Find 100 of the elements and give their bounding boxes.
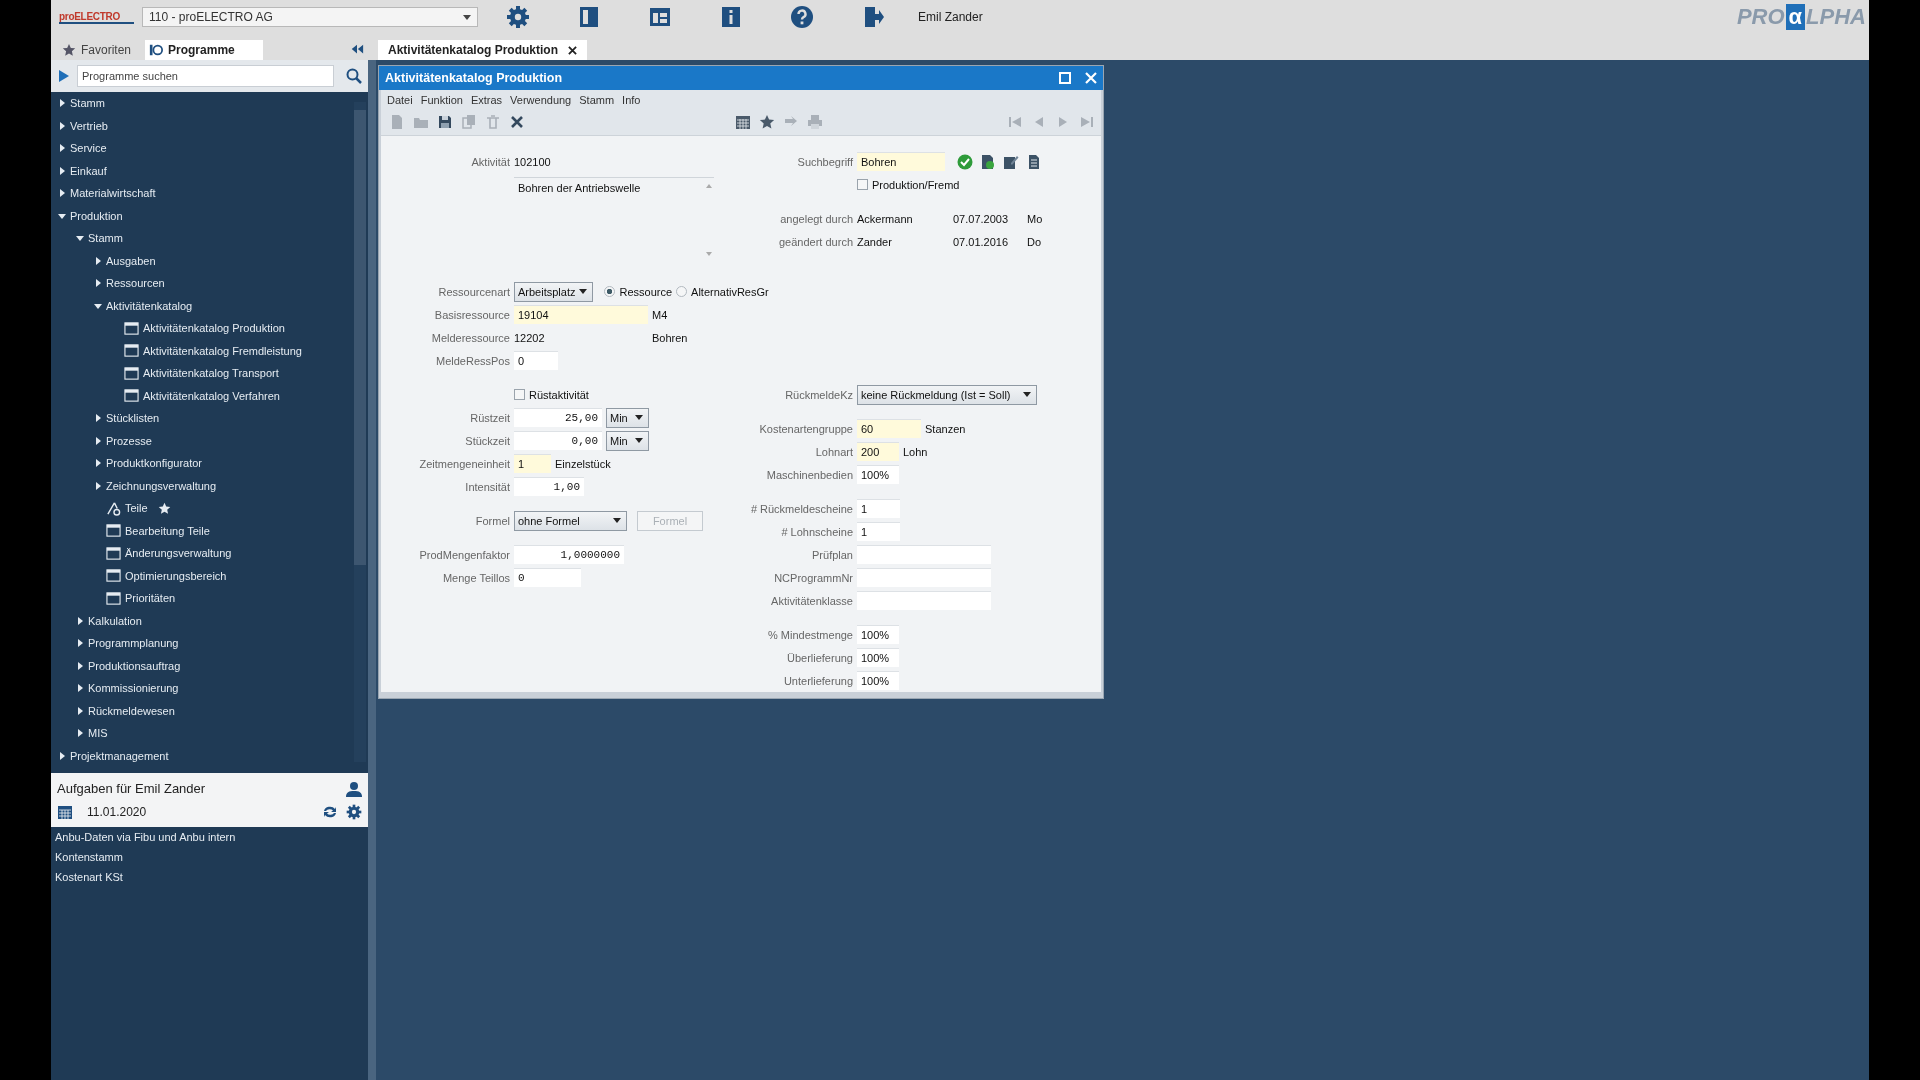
input-field[interactable]: 100%	[857, 625, 899, 644]
document-icon[interactable]	[980, 153, 996, 170]
expanded-arrow-icon[interactable]	[94, 301, 102, 310]
tree-item[interactable]: Service	[51, 137, 368, 160]
collapsed-arrow-icon[interactable]	[58, 121, 66, 130]
collapsed-arrow-icon[interactable]	[94, 256, 102, 265]
tree-item[interactable]: Kalkulation	[51, 609, 368, 632]
expanded-arrow-icon[interactable]	[58, 211, 66, 220]
input-field[interactable]	[857, 568, 991, 587]
collapsed-arrow-icon[interactable]	[76, 661, 84, 670]
collapsed-arrow-icon[interactable]	[76, 684, 84, 693]
task-item[interactable]: Kostenart KSt	[51, 867, 123, 887]
dropdown[interactable]: ohne Formel	[514, 510, 627, 531]
tree-item[interactable]: Bearbeitung Teile	[51, 519, 368, 542]
radio-button[interactable]	[604, 286, 616, 297]
tree-item[interactable]: Einkauf	[51, 159, 368, 182]
tree-item[interactable]: Materialwirtschaft	[51, 182, 368, 205]
save-icon[interactable]	[437, 114, 453, 131]
calendar-icon[interactable]	[57, 803, 73, 820]
input-field[interactable]: 0	[514, 568, 581, 587]
menu-item[interactable]: Info	[622, 93, 641, 106]
input-field[interactable]: 1	[857, 522, 900, 541]
input-field[interactable]: 1,00	[514, 477, 584, 496]
collapsed-arrow-icon[interactable]	[58, 189, 66, 198]
collapsed-arrow-icon[interactable]	[94, 459, 102, 468]
info-icon[interactable]	[719, 5, 743, 29]
help-icon[interactable]	[790, 5, 814, 29]
tree-item[interactable]: Optimierungsbereich	[51, 564, 368, 587]
input-field[interactable]: 19104	[514, 305, 648, 324]
dropdown[interactable]: Min	[606, 430, 649, 451]
input-field[interactable]: 100%	[857, 671, 899, 690]
tree-item[interactable]: Aktivitätenkatalog Verfahren	[51, 384, 368, 407]
menu-item[interactable]: Extras	[470, 93, 503, 106]
collapsed-arrow-icon[interactable]	[58, 751, 66, 760]
input-field[interactable]	[857, 591, 991, 610]
input-field[interactable]: 0	[514, 351, 558, 370]
star-icon[interactable]	[157, 501, 171, 515]
input-field[interactable]	[857, 545, 991, 564]
input-field[interactable]: 1	[857, 499, 900, 518]
document-icon[interactable]	[1026, 153, 1042, 170]
input-field[interactable]: 100%	[857, 648, 899, 667]
input-field[interactable]: 60	[857, 419, 921, 438]
tree-item[interactable]: Kommissionierung	[51, 677, 368, 700]
document-tab[interactable]: Aktivitätenkatalog Produktion	[378, 40, 588, 60]
sidebar-tab[interactable]: Favoriten	[58, 40, 140, 60]
sidebar-tab[interactable]: Programme	[145, 40, 263, 60]
tree-item[interactable]: Produktionsauftrag	[51, 654, 368, 677]
check-circle-icon[interactable]	[957, 153, 973, 170]
collapsed-arrow-icon[interactable]	[94, 279, 102, 288]
checkbox[interactable]	[514, 389, 525, 400]
tree-item[interactable]: Prioritäten	[51, 587, 368, 610]
collapsed-arrow-icon[interactable]	[76, 706, 84, 715]
tree-item[interactable]: Änderungsverwaltung	[51, 542, 368, 565]
menu-item[interactable]: Datei	[387, 93, 413, 106]
tree-item[interactable]: MIS	[51, 722, 368, 745]
collapsed-arrow-icon[interactable]	[76, 616, 84, 625]
tree-item[interactable]: Aktivitätenkatalog Produktion	[51, 317, 368, 340]
tree-item[interactable]: Aktivitätenkatalog Transport	[51, 362, 368, 385]
tree-item[interactable]: Programmplanung	[51, 632, 368, 655]
tree-item[interactable]: Produktkonfigurator	[51, 452, 368, 475]
expanded-arrow-icon[interactable]	[76, 234, 84, 243]
collapsed-arrow-icon[interactable]	[94, 414, 102, 423]
scrollbar[interactable]	[354, 102, 366, 762]
input-field[interactable]: 0,00	[514, 431, 602, 450]
task-item[interactable]: Anbu-Daten via Fibu und Anbu intern	[51, 827, 236, 847]
tree-item[interactable]: Stamm	[51, 227, 368, 250]
tree-item[interactable]: Rückmeldewesen	[51, 699, 368, 722]
user-icon[interactable]	[346, 780, 362, 797]
calendar-icon[interactable]	[735, 114, 751, 131]
search-icon[interactable]	[346, 68, 362, 84]
input-field[interactable]: 1	[514, 454, 551, 473]
input-field[interactable]: 25,00	[514, 408, 602, 427]
collapsed-arrow-icon[interactable]	[58, 99, 66, 108]
settings-icon[interactable]	[346, 803, 362, 820]
input-field[interactable]: 100%	[857, 465, 899, 484]
input-field[interactable]: 200	[857, 442, 899, 461]
tree-item[interactable]: Aktivitätenkatalog	[51, 294, 368, 317]
maximize-icon[interactable]	[1059, 71, 1071, 84]
search-field[interactable]: Programme suchen	[77, 65, 334, 87]
tree-item[interactable]: Prozesse	[51, 429, 368, 452]
layout-icon[interactable]	[648, 5, 672, 29]
dropdown[interactable]: keine Rückmeldung (Ist = Soll)	[857, 384, 1037, 405]
task-item[interactable]: Kontenstamm	[51, 847, 123, 867]
star-icon[interactable]	[759, 114, 775, 131]
edit-icon[interactable]	[1003, 153, 1019, 170]
collapsed-arrow-icon[interactable]	[58, 166, 66, 175]
tree-item[interactable]: Stücklisten	[51, 407, 368, 430]
menu-item[interactable]: Stamm	[579, 93, 615, 106]
collapsed-arrow-icon[interactable]	[94, 436, 102, 445]
tree-item[interactable]: Ressourcen	[51, 272, 368, 295]
tree-item[interactable]: Produktion	[51, 204, 368, 227]
play-icon[interactable]	[59, 70, 69, 82]
company-dropdown[interactable]: 110 - proELECTRO AG	[142, 7, 478, 27]
sidebar-layout-icon[interactable]	[577, 5, 601, 29]
collapsed-arrow-icon[interactable]	[58, 144, 66, 153]
dropdown[interactable]: Min	[606, 407, 649, 428]
input-field[interactable]: 1,0000000	[514, 545, 624, 564]
dropdown[interactable]: Arbeitsplatz	[514, 281, 594, 302]
checkbox[interactable]	[857, 179, 868, 190]
tree-item[interactable]: Aktivitätenkatalog Fremdleistung	[51, 339, 368, 362]
